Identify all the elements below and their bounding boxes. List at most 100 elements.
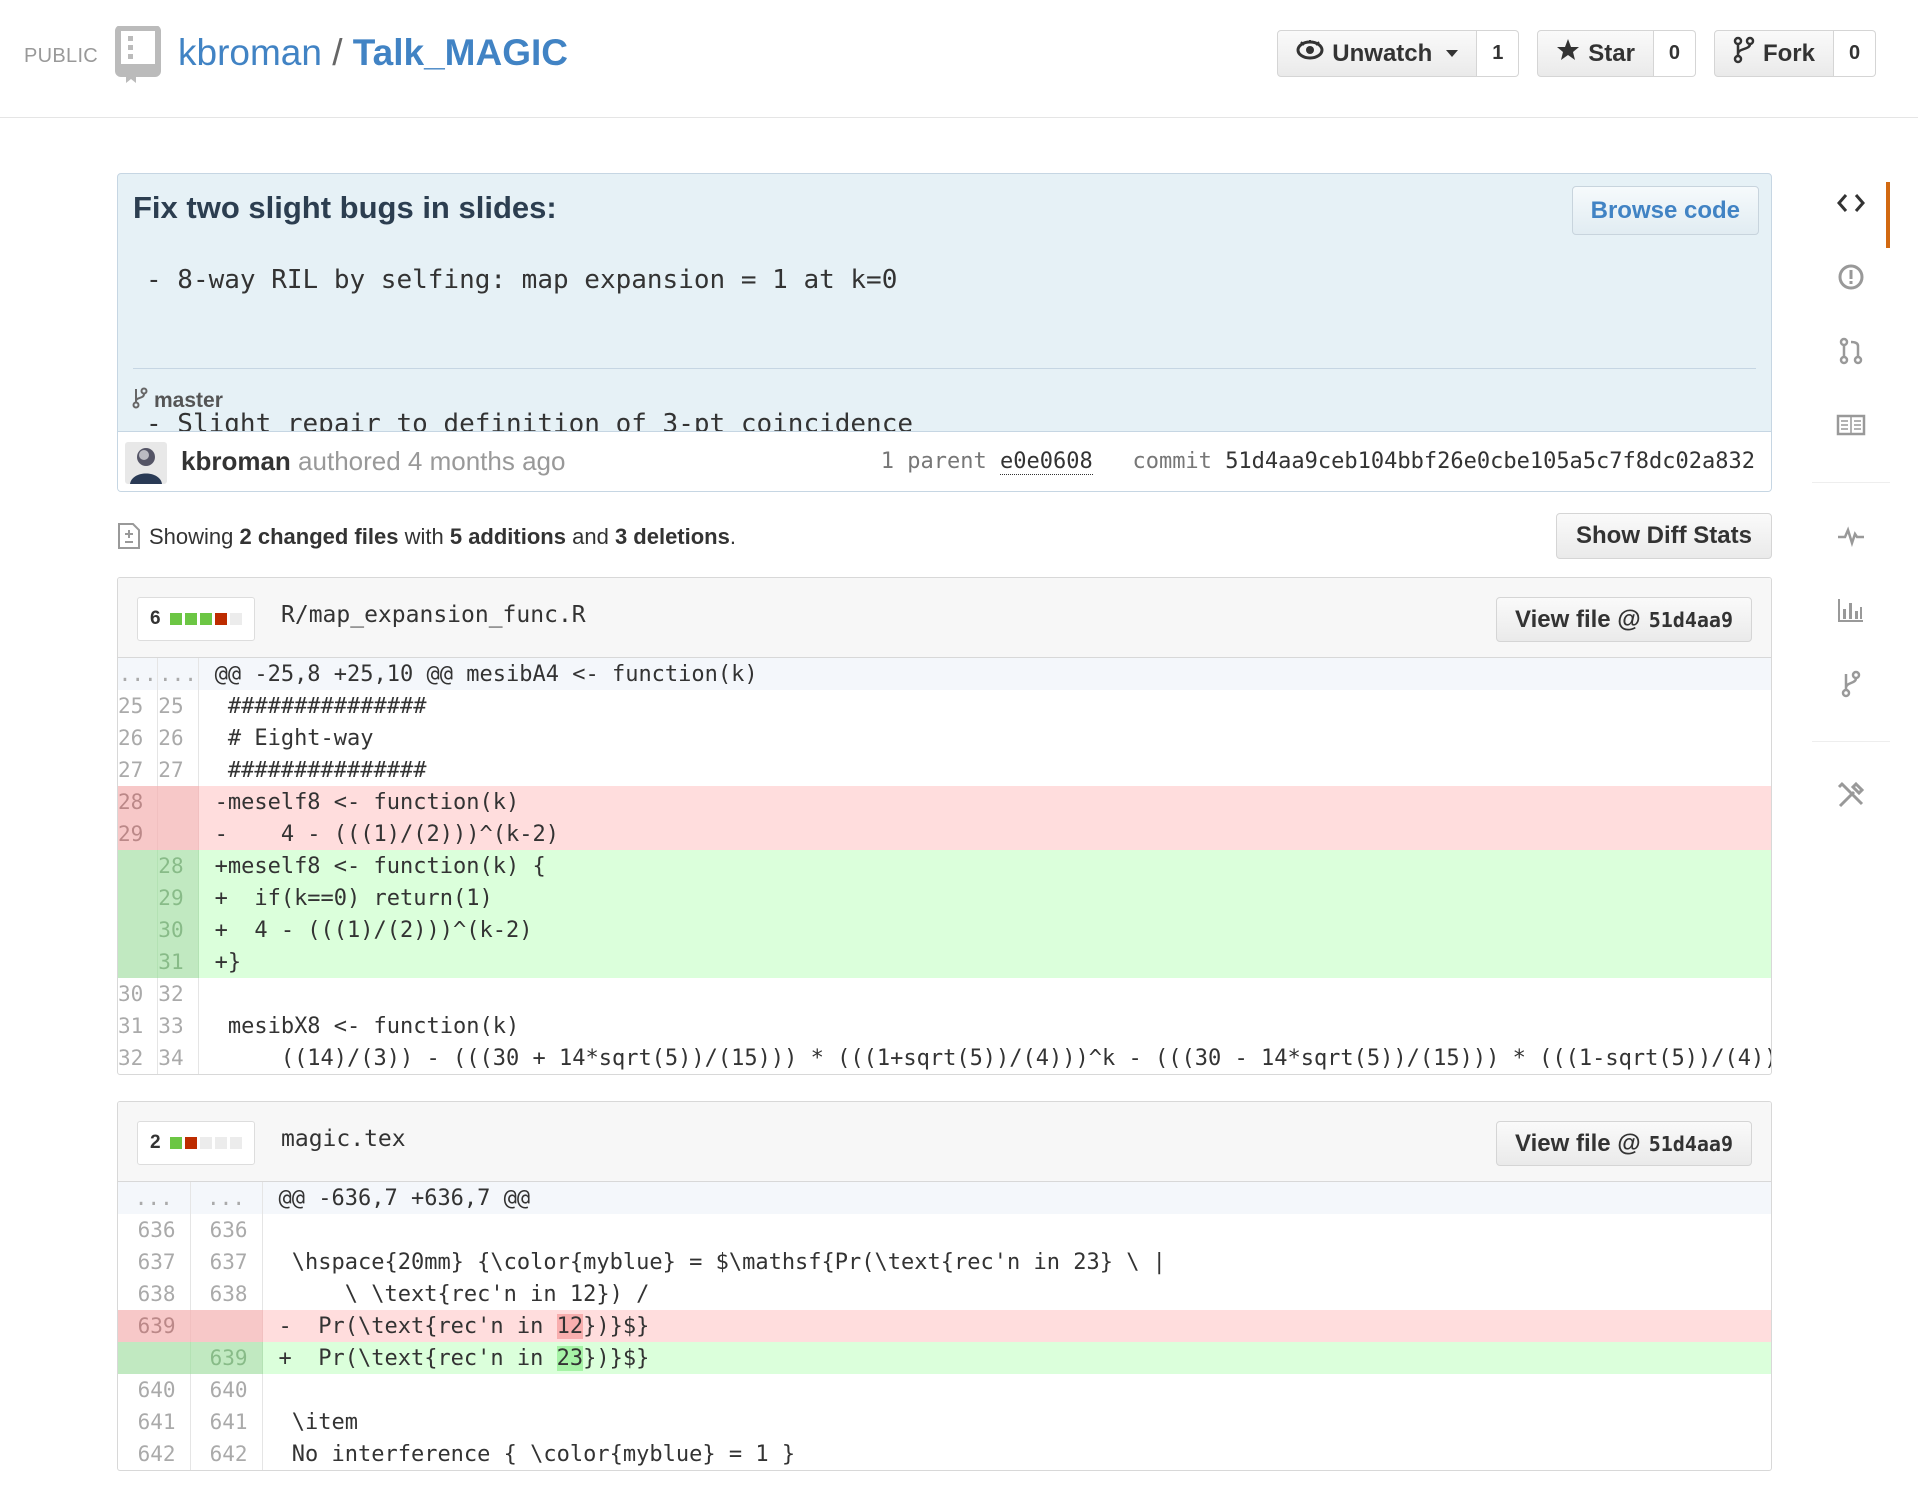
diff-line: 29 - 4 - (((1)/(2)))^(k-2) xyxy=(118,818,1771,850)
branch-name[interactable]: master xyxy=(154,389,223,413)
diffstat-block-add xyxy=(169,613,182,625)
fork-button[interactable]: Fork xyxy=(1713,30,1834,77)
old-line-number[interactable]: 30 xyxy=(118,978,159,1010)
diffstat-block-del xyxy=(184,1137,197,1149)
old-line-number[interactable] xyxy=(118,850,159,882)
diff-line: 32 34 ((14)/(3)) - (((30 + 14*sqrt(5))/(1… xyxy=(118,1042,1772,1074)
old-line-number[interactable]: 31 xyxy=(118,1010,159,1042)
old-line-number[interactable] xyxy=(118,1342,191,1374)
new-line-number[interactable]: 640 xyxy=(190,1374,263,1406)
sidenav-code[interactable] xyxy=(1812,168,1890,248)
new-line-number[interactable]: 29 xyxy=(157,882,199,914)
new-line-number[interactable]: 28 xyxy=(157,850,199,882)
branch-icon xyxy=(132,387,148,415)
diff-table: ...... @@ -636,7 +636,7 @@ 636 636 637 637 \… xyxy=(118,1182,1771,1470)
parent-sha-link[interactable]: e0e0608 xyxy=(999,449,1093,475)
old-line-number[interactable]: 29 xyxy=(118,818,159,850)
old-line-number[interactable]: 28 xyxy=(118,786,159,818)
file-header: 6 R/map_expansion_func.R View file @ 51d… xyxy=(118,578,1771,658)
star-count[interactable]: 0 xyxy=(1653,30,1696,77)
sidenav-divider xyxy=(1812,741,1890,742)
old-line-number[interactable]: 32 xyxy=(118,1042,159,1074)
fork-count[interactable]: 0 xyxy=(1834,30,1876,77)
new-line-number[interactable] xyxy=(190,1310,263,1342)
old-line-number[interactable]: 638 xyxy=(118,1278,191,1310)
sidenav-graphs[interactable] xyxy=(1812,575,1890,649)
hunk-expander-new[interactable]: ... xyxy=(157,658,199,690)
old-line-number[interactable] xyxy=(118,914,159,946)
old-line-number[interactable]: 636 xyxy=(118,1214,191,1246)
network-icon xyxy=(1840,670,1862,703)
view-file-button[interactable]: View file @ 51d4aa9 xyxy=(1496,597,1752,642)
new-line-number[interactable]: 32 xyxy=(157,978,199,1010)
pulse-icon xyxy=(1837,525,1865,552)
commit-summary: Fix two slight bugs in slides: - 8-way R… xyxy=(117,173,1772,492)
changed-word-highlight: 12 xyxy=(556,1313,584,1339)
diff-line: 641 641 \item xyxy=(118,1406,1771,1438)
sidenav-wiki[interactable] xyxy=(1812,390,1890,464)
old-line-number[interactable] xyxy=(118,882,159,914)
changed-word-highlight: 23 xyxy=(556,1345,584,1371)
new-line-number[interactable] xyxy=(157,818,199,850)
browse-code-button[interactable]: Browse code xyxy=(1571,186,1759,235)
star-button[interactable]: Star xyxy=(1537,30,1654,77)
new-line-number[interactable]: 637 xyxy=(190,1246,263,1278)
hunk-expander-new[interactable]: ... xyxy=(190,1182,263,1214)
new-line-number[interactable]: 27 xyxy=(157,754,199,786)
new-line-number[interactable] xyxy=(157,786,199,818)
hunk-expander-old[interactable]: ... xyxy=(118,658,159,690)
sidenav-network[interactable] xyxy=(1812,649,1890,723)
old-line-number[interactable]: 27 xyxy=(118,754,159,786)
old-line-number[interactable]: 637 xyxy=(118,1246,191,1278)
diff-line: 31 33 mesibX8 <- function(k) xyxy=(118,1010,1771,1042)
fork-icon xyxy=(1733,36,1755,71)
sidenav-issues[interactable] xyxy=(1812,242,1890,316)
old-line-number[interactable]: 640 xyxy=(118,1374,191,1406)
line-code xyxy=(198,978,1771,1010)
owner-link[interactable]: kbroman xyxy=(178,32,322,73)
diffstat-block-del xyxy=(214,613,227,625)
new-line-number[interactable]: 642 xyxy=(190,1438,263,1470)
sidenav-pull-requests[interactable] xyxy=(1812,316,1890,390)
commit-label: commit xyxy=(1132,449,1212,474)
sidenav-pulse[interactable] xyxy=(1812,501,1890,575)
old-line-number[interactable]: 639 xyxy=(118,1310,191,1342)
line-code: \hspace{20mm} {\color{myblue} = $\mathsf… xyxy=(278,1249,1166,1275)
show-diff-stats-button[interactable]: Show Diff Stats xyxy=(1555,513,1772,559)
new-line-number[interactable]: 638 xyxy=(190,1278,263,1310)
visibility-label: PUBLIC xyxy=(24,45,99,67)
diffstat-block-neutral xyxy=(229,1137,242,1149)
new-line-number[interactable]: 636 xyxy=(190,1214,263,1246)
view-file-sha: 51d4aa9 xyxy=(1648,607,1733,632)
sidenav-settings[interactable] xyxy=(1812,760,1890,834)
repo-link[interactable]: Talk_MAGIC xyxy=(353,32,568,73)
diffstat: 2 xyxy=(137,1121,255,1165)
file-diff: 2 magic.tex View file @ 51d4aa9 ...... @@… xyxy=(117,1101,1772,1471)
old-line-number[interactable]: 25 xyxy=(118,690,159,722)
old-line-number[interactable]: 642 xyxy=(118,1438,191,1470)
new-line-number[interactable]: 33 xyxy=(157,1010,199,1042)
file-diff-icon xyxy=(117,522,141,555)
new-line-number[interactable]: 26 xyxy=(157,722,199,754)
new-line-number[interactable]: 34 xyxy=(157,1042,199,1074)
code-segment: })}$} xyxy=(583,1313,650,1339)
new-line-number[interactable]: 25 xyxy=(157,690,199,722)
new-line-number[interactable]: 639 xyxy=(190,1342,263,1374)
new-line-number[interactable]: 641 xyxy=(190,1406,263,1438)
author-name[interactable]: kbroman xyxy=(181,446,291,476)
old-line-number[interactable]: 26 xyxy=(118,722,159,754)
line-code: ((14)/(3)) - (((30 + 14*sqrt(5))/(15))) … xyxy=(214,1045,1772,1071)
repo-header: PUBLIC kbroman / Talk_MAGIC Unwatch 1 St… xyxy=(0,0,1918,118)
hunk-expander-old[interactable]: ... xyxy=(118,1182,191,1214)
old-line-number[interactable]: 641 xyxy=(118,1406,191,1438)
old-line-number[interactable] xyxy=(118,946,159,978)
view-file-button[interactable]: View file @ 51d4aa9 xyxy=(1496,1121,1752,1166)
avatar[interactable] xyxy=(125,442,167,484)
watch-count[interactable]: 1 xyxy=(1477,30,1520,77)
line-code: - Pr(\text{rec'n in 12})}$} xyxy=(262,1310,1771,1342)
new-line-number[interactable]: 30 xyxy=(157,914,199,946)
new-line-number[interactable]: 31 xyxy=(157,946,199,978)
view-file-label: View file @ xyxy=(1515,1129,1641,1157)
unwatch-button[interactable]: Unwatch xyxy=(1277,30,1478,77)
commit-author-line: kbroman authored 4 months ago xyxy=(181,446,565,477)
